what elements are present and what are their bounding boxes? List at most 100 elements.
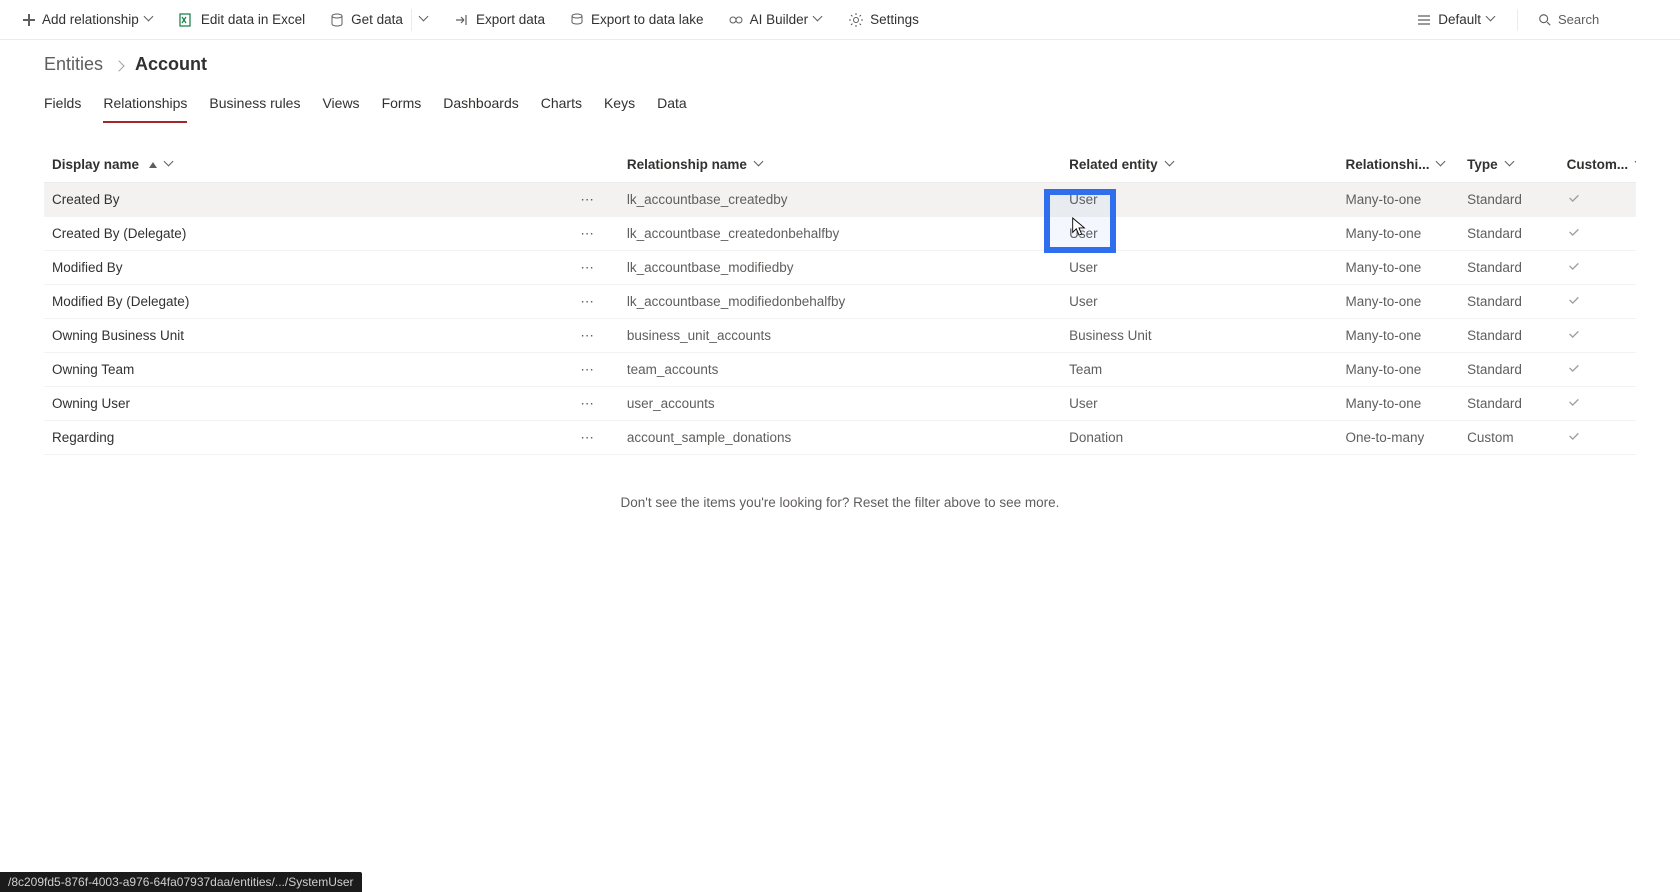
tab-relationships[interactable]: Relationships bbox=[103, 91, 187, 123]
edit-in-excel-button[interactable]: Edit data in Excel bbox=[169, 6, 315, 34]
cell-relationship-type: Many-to-one bbox=[1337, 387, 1459, 421]
cell-customizable bbox=[1559, 387, 1636, 421]
tab-forms[interactable]: Forms bbox=[382, 91, 422, 123]
chevron-down-icon bbox=[420, 15, 430, 25]
search-input[interactable]: Search bbox=[1528, 6, 1668, 33]
ai-builder-button[interactable]: AI Builder bbox=[718, 6, 835, 34]
cell-relationship-name: team_accounts bbox=[619, 353, 1061, 387]
add-relationship-label: Add relationship bbox=[42, 12, 139, 27]
filter-hint-text: Don't see the items you're looking for? … bbox=[621, 495, 1060, 510]
cell-related-entity[interactable]: Team bbox=[1061, 353, 1337, 387]
col-customizable[interactable]: Custom... bbox=[1559, 147, 1636, 183]
check-icon bbox=[1567, 225, 1581, 242]
check-icon bbox=[1567, 361, 1581, 378]
row-actions-button[interactable]: ⋯ bbox=[553, 251, 619, 285]
chevron-down-icon bbox=[165, 160, 175, 170]
cell-related-entity[interactable]: Donation bbox=[1061, 421, 1337, 455]
breadcrumb: Entities Account bbox=[0, 40, 1680, 79]
edit-in-excel-label: Edit data in Excel bbox=[201, 12, 305, 27]
check-icon bbox=[1567, 293, 1581, 310]
cell-type: Standard bbox=[1459, 285, 1559, 319]
breadcrumb-current: Account bbox=[135, 54, 207, 75]
table-row[interactable]: Owning Team⋯team_accountsTeamMany-to-one… bbox=[44, 353, 1636, 387]
get-data-button[interactable]: Get data bbox=[319, 3, 440, 37]
col-type-label: Type bbox=[1467, 157, 1498, 172]
row-actions-button[interactable]: ⋯ bbox=[553, 421, 619, 455]
table-header-row: Display name Relationship name Related e… bbox=[44, 147, 1636, 183]
cell-related-entity[interactable]: User bbox=[1061, 387, 1337, 421]
tab-charts[interactable]: Charts bbox=[541, 91, 582, 123]
row-actions-button[interactable]: ⋯ bbox=[553, 217, 619, 251]
cell-display-name: Owning User bbox=[44, 387, 553, 421]
table-row[interactable]: Created By⋯lk_accountbase_createdbyUserM… bbox=[44, 183, 1636, 217]
chevron-down-icon bbox=[1487, 15, 1497, 25]
col-relationship-name[interactable]: Relationship name bbox=[619, 147, 1061, 183]
export-icon bbox=[454, 12, 470, 28]
settings-button[interactable]: Settings bbox=[838, 6, 929, 34]
get-data-label: Get data bbox=[351, 12, 403, 27]
tab-keys[interactable]: Keys bbox=[604, 91, 635, 123]
tab-views[interactable]: Views bbox=[322, 91, 359, 123]
add-relationship-button[interactable]: Add relationship bbox=[12, 6, 165, 33]
export-data-lake-button[interactable]: Export to data lake bbox=[559, 6, 714, 34]
cell-customizable bbox=[1559, 319, 1636, 353]
breadcrumb-root[interactable]: Entities bbox=[44, 54, 103, 75]
cell-relationship-name: lk_accountbase_createdonbehalfby bbox=[619, 217, 1061, 251]
tab-fields[interactable]: Fields bbox=[44, 91, 81, 123]
row-actions-button[interactable]: ⋯ bbox=[553, 285, 619, 319]
view-default-label: Default bbox=[1438, 12, 1481, 27]
tab-business-rules[interactable]: Business rules bbox=[209, 91, 300, 123]
col-actions bbox=[553, 147, 619, 183]
row-actions-button[interactable]: ⋯ bbox=[553, 183, 619, 217]
cell-related-entity[interactable]: Business Unit bbox=[1061, 319, 1337, 353]
cell-type: Standard bbox=[1459, 251, 1559, 285]
cell-type: Custom bbox=[1459, 421, 1559, 455]
tab-data[interactable]: Data bbox=[657, 91, 687, 123]
cell-type: Standard bbox=[1459, 353, 1559, 387]
row-actions-button[interactable]: ⋯ bbox=[553, 319, 619, 353]
table-row[interactable]: Modified By (Delegate)⋯lk_accountbase_mo… bbox=[44, 285, 1636, 319]
table-wrap: Display name Relationship name Related e… bbox=[0, 123, 1680, 550]
cell-relationship-type: Many-to-one bbox=[1337, 217, 1459, 251]
col-display-name-label: Display name bbox=[52, 157, 139, 172]
settings-label: Settings bbox=[870, 12, 919, 27]
table-row[interactable]: Owning Business Unit⋯business_unit_accou… bbox=[44, 319, 1636, 353]
cell-relationship-type: Many-to-one bbox=[1337, 319, 1459, 353]
row-actions-button[interactable]: ⋯ bbox=[553, 353, 619, 387]
row-actions-button[interactable]: ⋯ bbox=[553, 387, 619, 421]
col-related-entity-label: Related entity bbox=[1069, 157, 1158, 172]
export-data-lake-label: Export to data lake bbox=[591, 12, 704, 27]
chevron-down-icon bbox=[1166, 160, 1176, 170]
chevron-down-icon bbox=[1506, 160, 1516, 170]
col-type[interactable]: Type bbox=[1459, 147, 1559, 183]
cell-display-name: Created By (Delegate) bbox=[44, 217, 553, 251]
filter-hint[interactable]: Don't see the items you're looking for? … bbox=[44, 455, 1636, 550]
cell-customizable bbox=[1559, 421, 1636, 455]
cell-type: Standard bbox=[1459, 387, 1559, 421]
check-icon bbox=[1567, 191, 1581, 208]
table-row[interactable]: Modified By⋯lk_accountbase_modifiedbyUse… bbox=[44, 251, 1636, 285]
cell-related-entity[interactable]: User bbox=[1061, 285, 1337, 319]
tab-dashboards[interactable]: Dashboards bbox=[443, 91, 519, 123]
cell-related-entity[interactable]: User bbox=[1061, 183, 1337, 217]
col-related-entity[interactable]: Related entity bbox=[1061, 147, 1337, 183]
cell-customizable bbox=[1559, 353, 1636, 387]
col-display-name[interactable]: Display name bbox=[44, 147, 553, 183]
command-bar-right: Default Search bbox=[1406, 6, 1668, 34]
status-bar: /8c209fd5-876f-4003-a976-64fa07937daa/en… bbox=[0, 872, 362, 892]
cell-display-name: Owning Team bbox=[44, 353, 553, 387]
cell-relationship-type: Many-to-one bbox=[1337, 183, 1459, 217]
cell-related-entity[interactable]: User bbox=[1061, 217, 1337, 251]
export-data-button[interactable]: Export data bbox=[444, 6, 555, 34]
table-row[interactable]: Regarding⋯account_sample_donationsDonati… bbox=[44, 421, 1636, 455]
table-row[interactable]: Owning User⋯user_accountsUserMany-to-one… bbox=[44, 387, 1636, 421]
ai-builder-label: AI Builder bbox=[750, 12, 809, 27]
view-default-button[interactable]: Default bbox=[1406, 6, 1507, 34]
cell-related-entity[interactable]: User bbox=[1061, 251, 1337, 285]
col-relationship-type[interactable]: Relationshi... bbox=[1337, 147, 1459, 183]
chevron-down-icon bbox=[814, 15, 824, 25]
cell-relationship-name: business_unit_accounts bbox=[619, 319, 1061, 353]
search-icon bbox=[1538, 13, 1552, 27]
table-row[interactable]: Created By (Delegate)⋯lk_accountbase_cre… bbox=[44, 217, 1636, 251]
cell-customizable bbox=[1559, 183, 1636, 217]
